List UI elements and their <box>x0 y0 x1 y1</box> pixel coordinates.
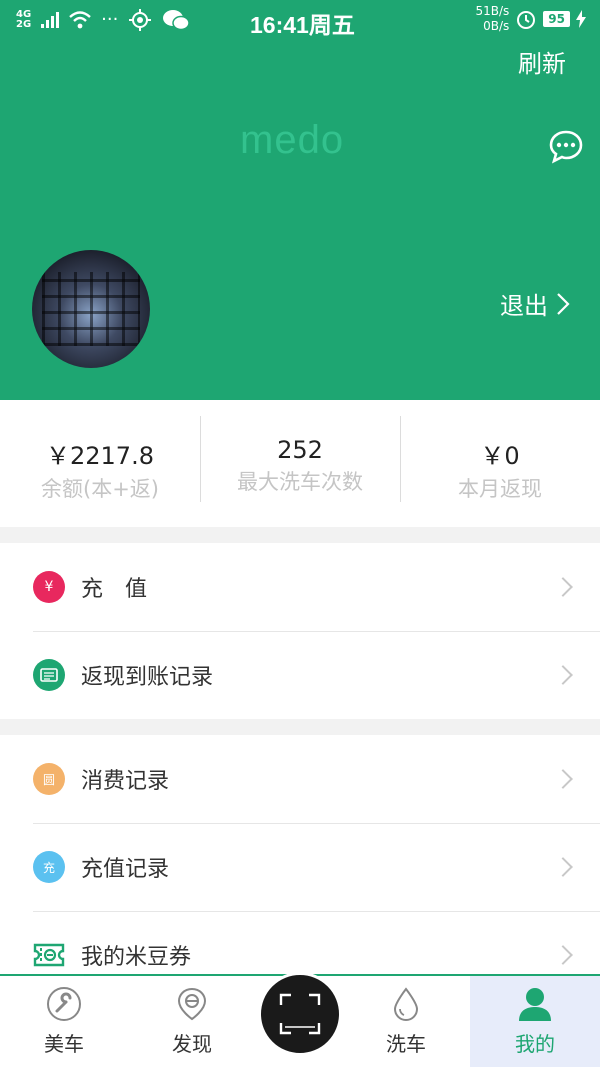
menu-item-recharge-records[interactable]: 充 充值记录 <box>0 823 600 911</box>
location-icon <box>129 9 152 31</box>
menu-item-label: 充 值 <box>81 577 148 602</box>
nav-label: 我的 <box>515 1032 555 1056</box>
stat-label: 最大洗车次数 <box>237 470 363 494</box>
nav-item-carwash[interactable]: 洗车 <box>342 976 470 1067</box>
nav-item-meiche[interactable]: 美车 <box>0 976 128 1067</box>
wrench-icon <box>47 987 81 1021</box>
yuan-icon: ¥ <box>33 571 65 603</box>
avatar[interactable] <box>32 250 150 368</box>
account-stats: ￥2217.8 余额(本+返) 252 最大洗车次数 ￥0 本月返现 <box>0 400 600 527</box>
nav-label: 美车 <box>44 1032 84 1056</box>
scan-button[interactable] <box>258 972 342 1056</box>
receipt-icon: 圆 <box>33 763 65 795</box>
signal-icon <box>41 12 60 28</box>
nav-item-mine[interactable]: 我的 <box>470 976 600 1067</box>
network-speed: 51B/s 0B/s <box>475 4 510 33</box>
stat-balance[interactable]: ￥2217.8 余额(本+返) <box>0 400 200 527</box>
nav-label: 洗车 <box>386 1032 426 1056</box>
menu-group-2: 圆 消费记录 充 充值记录 我的米豆券 <box>0 735 600 999</box>
menu-item-label: 消费记录 <box>81 769 170 794</box>
menu-item-label: 返现到账记录 <box>81 665 214 690</box>
stat-label: 余额(本+返) <box>41 477 159 501</box>
list-icon <box>33 659 65 691</box>
wechat-icon <box>163 10 191 31</box>
chevron-right-icon <box>553 665 573 685</box>
logout-button[interactable]: 退出 <box>500 286 570 321</box>
coupon-icon <box>33 943 65 967</box>
menu-item-recharge[interactable]: ¥ 充 值 <box>0 543 600 631</box>
stat-max-washes[interactable]: 252 最大洗车次数 <box>200 400 400 527</box>
more-dots: ··· <box>101 9 119 30</box>
scan-icon <box>279 993 321 1035</box>
chevron-right-icon <box>557 292 570 315</box>
charging-icon <box>576 10 586 28</box>
profile-header: 4G 2G ··· 16:41周五 51B/s 0B/s 95 刷新 medo … <box>0 0 600 400</box>
alarm-icon <box>517 11 536 29</box>
logout-label: 退出 <box>500 292 548 320</box>
medo-logo: medo <box>240 118 345 162</box>
wifi-icon <box>69 11 91 29</box>
chevron-right-icon <box>553 945 573 965</box>
recharge-icon: 充 <box>33 851 65 883</box>
clock: 16:41周五 <box>250 12 355 38</box>
stat-monthly-cashback[interactable]: ￥0 本月返现 <box>400 400 600 527</box>
chevron-right-icon <box>553 577 573 597</box>
message-icon[interactable] <box>548 128 584 164</box>
menu-group-1: ¥ 充 值 返现到账记录 <box>0 543 600 719</box>
chevron-right-icon <box>553 769 573 789</box>
nav-item-discover[interactable]: 发现 <box>128 976 256 1067</box>
menu-item-label: 充值记录 <box>81 857 170 882</box>
menu-item-cashback-records[interactable]: 返现到账记录 <box>0 631 600 719</box>
chevron-right-icon <box>553 857 573 877</box>
person-icon <box>519 988 551 1021</box>
stat-value: 252 <box>277 436 323 464</box>
status-bar: 4G 2G ··· 16:41周五 51B/s 0B/s 95 <box>0 0 600 44</box>
stat-value: ￥2217.8 <box>46 442 154 470</box>
water-drop-icon <box>393 987 419 1021</box>
nav-label: 发现 <box>172 1032 212 1056</box>
discover-icon <box>177 987 207 1021</box>
menu-item-label: 我的米豆券 <box>81 945 192 970</box>
network-indicator: 4G 2G <box>16 9 32 30</box>
stat-value: ￥0 <box>480 442 520 470</box>
stat-label: 本月返现 <box>458 477 542 501</box>
refresh-button[interactable]: 刷新 <box>518 44 566 79</box>
menu-item-consumption-records[interactable]: 圆 消费记录 <box>0 735 600 823</box>
battery-icon: 95 <box>543 11 570 27</box>
